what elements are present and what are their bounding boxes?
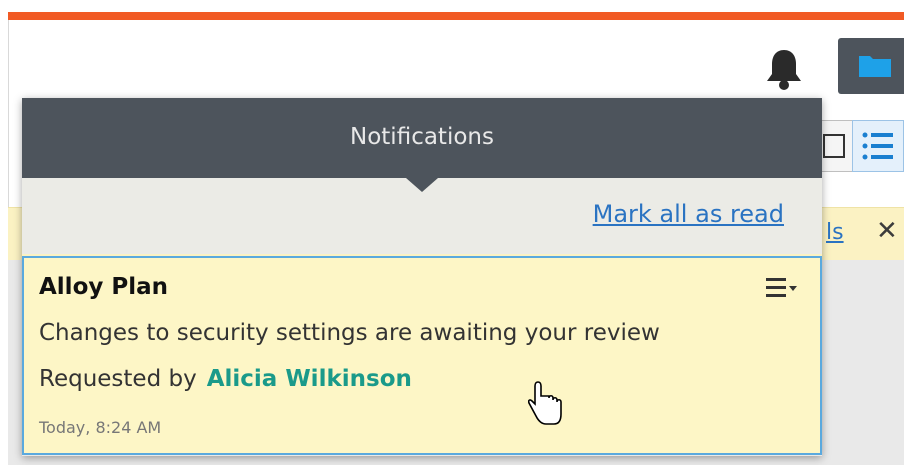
view-toggle <box>815 120 904 172</box>
requested-by-label: Requested by <box>39 366 197 392</box>
menu-dropdown-icon[interactable] <box>766 276 802 300</box>
popover-title: Notifications <box>350 124 494 150</box>
notification-item[interactable]: Alloy Plan Changes to security settings … <box>22 256 822 455</box>
notification-requester: Requested by Alicia Wilkinson <box>39 366 412 392</box>
list-view-icon <box>862 132 893 160</box>
top-accent-bar <box>8 12 904 20</box>
bell-icon[interactable] <box>764 46 804 92</box>
banner-details-link[interactable]: ls <box>826 220 844 245</box>
hand-pointer-icon <box>527 380 564 428</box>
close-icon[interactable]: ✕ <box>876 216 898 246</box>
requester-user-link[interactable]: Alicia Wilkinson <box>207 366 412 392</box>
mark-all-read-link[interactable]: Mark all as read <box>593 200 784 228</box>
folder-icon <box>859 56 891 77</box>
notifications-popover: Notifications Mark all as read Alloy Pla… <box>22 98 822 456</box>
notification-message: Changes to security settings are awaitin… <box>39 320 660 346</box>
popover-arrow <box>406 178 438 192</box>
popover-header: Notifications <box>22 98 822 178</box>
notification-timestamp: Today, 8:24 AM <box>39 418 162 437</box>
folder-button[interactable] <box>838 38 904 94</box>
list-view-button[interactable] <box>852 120 904 172</box>
notification-title: Alloy Plan <box>39 274 169 300</box>
